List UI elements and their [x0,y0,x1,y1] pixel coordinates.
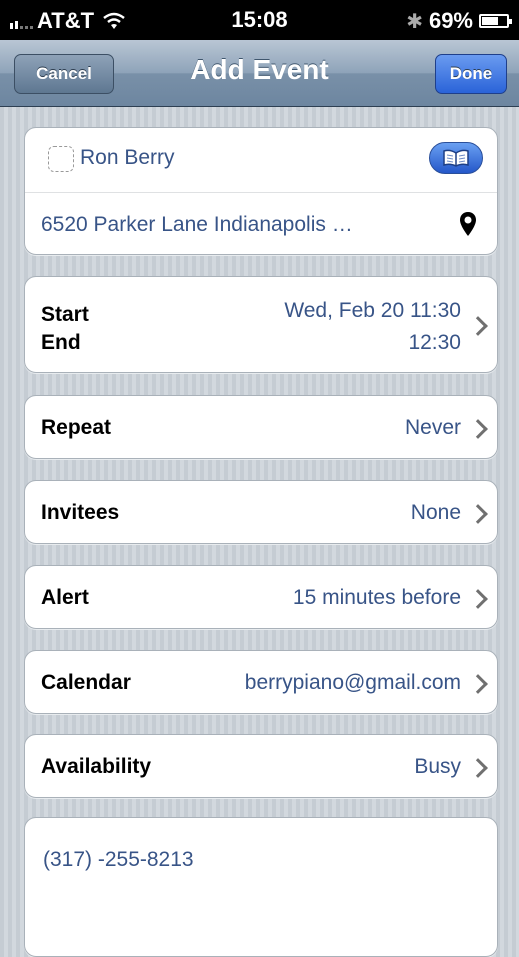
start-end-row[interactable]: Start End Wed, Feb 20 11:30 12:30 [24,276,498,373]
address-text: 6520 Parker Lane Indianapolis … [41,213,353,236]
chevron-right-icon [468,758,488,778]
open-book-icon [443,149,469,167]
invitees-row[interactable]: Invitees None [24,480,498,544]
end-label: End [41,331,81,354]
navigation-bar: Cancel Add Event Done [0,40,519,107]
contact-group: Ron Berry 6520 Parker Lane Indianapolis … [24,127,498,255]
status-bar: AT&T 15:08 ✱ 69% [0,0,519,40]
chevron-right-icon [468,504,488,524]
contact-name: Ron Berry [80,146,175,169]
calendar-label: Calendar [41,671,131,694]
invitees-label: Invitees [41,501,120,524]
location-pin-icon[interactable] [459,211,477,237]
calendar-value: berrypiano@gmail.com [244,671,461,694]
status-bar-right: ✱ 69% [406,8,512,34]
end-value: 12:30 [408,331,461,354]
availability-value: Busy [414,755,461,778]
start-label: Start [41,303,89,326]
notes-text: (317) -255-8213 [43,848,194,871]
contact-row[interactable]: Ron Berry [25,128,497,192]
contacts-book-icon[interactable] [429,142,483,174]
address-row[interactable]: 6520 Parker Lane Indianapolis … [25,192,497,256]
done-button[interactable]: Done [435,54,507,94]
chevron-right-icon [468,316,488,336]
invitees-value: None [410,501,461,524]
battery-percent: 69% [428,8,473,33]
start-value: Wed, Feb 20 11:30 [284,299,461,322]
alert-value: 15 minutes before [292,586,461,609]
availability-label: Availability [41,755,152,778]
notes-field[interactable]: (317) -255-8213 [24,817,498,957]
availability-row[interactable]: Availability Busy [24,734,498,798]
repeat-row[interactable]: Repeat Never [24,395,498,459]
repeat-value: Never [404,416,461,439]
bluetooth-icon: ✱ [406,10,423,33]
chevron-right-icon [468,589,488,609]
contact-checkbox[interactable] [48,146,74,172]
chevron-right-icon [468,419,488,439]
alert-label: Alert [41,586,89,609]
alert-row[interactable]: Alert 15 minutes before [24,565,498,629]
repeat-label: Repeat [41,416,112,439]
chevron-right-icon [468,674,488,694]
battery-icon [479,14,512,28]
calendar-row[interactable]: Calendar berrypiano@gmail.com [24,650,498,714]
